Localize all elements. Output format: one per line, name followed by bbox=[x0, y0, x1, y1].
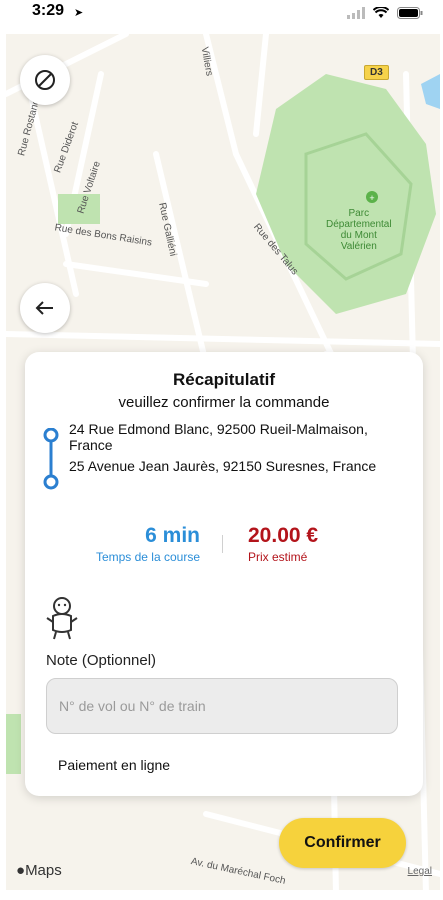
dropoff-address: 25 Avenue Jean Jaurès, 92150 Suresnes, F… bbox=[69, 458, 377, 474]
pickup-address: 24 Rue Edmond Blanc, 92500 Rueil-Malmais… bbox=[69, 421, 368, 453]
park-label-line: du Mont bbox=[340, 230, 377, 241]
wifi-icon bbox=[372, 6, 390, 24]
apple-logo-icon: ● bbox=[16, 862, 26, 879]
baby-seat-icon[interactable] bbox=[43, 596, 81, 640]
park-label-line: Valérien bbox=[340, 241, 377, 252]
park-label-line: Départemental bbox=[326, 219, 392, 230]
back-button[interactable] bbox=[20, 283, 70, 333]
trip-duration-label: Temps de la course bbox=[95, 550, 200, 564]
divider bbox=[222, 535, 223, 553]
park-label: Parc Départemental du Mont Valérien bbox=[326, 208, 392, 252]
maps-brand: ●Maps bbox=[16, 862, 62, 879]
location-arrow-icon: ➤ bbox=[74, 7, 84, 19]
estimated-price-label: Prix estimé bbox=[248, 550, 308, 564]
battery-icon bbox=[397, 6, 423, 24]
status-icons bbox=[347, 6, 423, 24]
trip-duration: 6 min bbox=[145, 524, 200, 547]
arrow-left-icon bbox=[35, 301, 53, 315]
status-bar: 3:29 ➤ bbox=[0, 0, 443, 34]
svg-text:+: + bbox=[369, 193, 374, 203]
signal-icon bbox=[347, 6, 365, 24]
note-label: Note (Optionnel) bbox=[46, 652, 157, 669]
summary-card: Récapitulatif veuillez confirmer la comm… bbox=[25, 352, 423, 796]
card-subtitle: veuillez confirmer la commande bbox=[118, 394, 330, 411]
route-line-icon bbox=[43, 428, 59, 490]
legal-link[interactable]: Legal bbox=[408, 866, 432, 877]
cancel-circle-icon bbox=[35, 70, 55, 90]
payment-method[interactable]: Paiement en ligne bbox=[58, 757, 170, 773]
road-badge-d3: D3 bbox=[364, 65, 389, 80]
cancel-button[interactable] bbox=[20, 55, 70, 105]
maps-brand-text: Maps bbox=[25, 862, 62, 879]
card-title: Récapitulatif bbox=[172, 370, 276, 389]
confirm-button[interactable]: Confirmer bbox=[279, 818, 406, 868]
estimated-price: 20.00 € bbox=[248, 524, 319, 547]
status-time: 3:29 bbox=[32, 2, 65, 19]
park-label-line: Parc bbox=[348, 208, 370, 219]
note-input[interactable] bbox=[46, 678, 398, 734]
